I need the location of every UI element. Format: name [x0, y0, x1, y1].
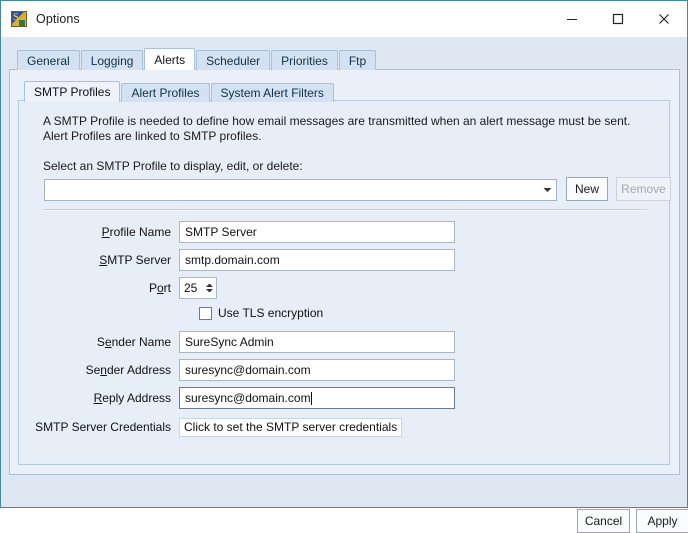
window-title: Options — [36, 12, 80, 26]
cancel-button[interactable]: Cancel — [577, 509, 630, 533]
sender-name-label-pre: S — [96, 335, 105, 349]
app-icon-glyph: S — [13, 12, 19, 23]
reply-address-label: Reply Address — [19, 391, 179, 405]
use-tls-checkbox[interactable] — [199, 306, 212, 320]
row-profile-name: Profile Name SMTP Server — [19, 221, 669, 243]
sender-address-label: Sender Address — [19, 363, 179, 377]
port-label-pre: P — [148, 281, 157, 295]
subtab-smtp-profiles[interactable]: SMTP Profiles — [24, 81, 121, 102]
minimize-button[interactable] — [549, 1, 595, 37]
smtp-server-input[interactable]: smtp.domain.com — [179, 249, 455, 271]
smtp-profiles-page: A SMTP Profile is needed to define how e… — [18, 100, 671, 465]
sender-name-label: Sender Name — [19, 335, 179, 349]
apply-button[interactable]: Apply — [636, 509, 688, 533]
sender-address-value: suresync@domain.com — [185, 363, 311, 377]
port-label-text: rt — [163, 281, 171, 295]
tab-alerts-label: Alerts — [154, 52, 186, 67]
smtp-server-value: smtp.domain.com — [185, 253, 280, 267]
smtp-server-label: SMTP Server — [19, 253, 179, 267]
close-button[interactable] — [641, 1, 687, 37]
tab-general[interactable]: General — [17, 50, 80, 70]
smtp-server-label-text: MTP Server — [107, 253, 171, 267]
tab-scheduler-label: Scheduler — [206, 53, 261, 68]
smtp-profile-combobox[interactable] — [44, 179, 557, 201]
tab-alerts[interactable]: Alerts — [144, 48, 196, 70]
profile-name-accel: P — [101, 225, 110, 239]
tab-priorities-label: Priorities — [281, 53, 328, 68]
profile-name-label: Profile Name — [19, 225, 179, 239]
sender-name-input[interactable]: SureSync Admin — [179, 331, 455, 353]
tab-ftp[interactable]: Ftp — [338, 50, 377, 70]
maximize-button[interactable] — [595, 1, 641, 37]
client-area: General Logging Alerts Scheduler Priorit… — [1, 37, 688, 533]
sender-address-accel: n — [100, 363, 107, 377]
subtab-alert-profiles-label: Alert Profiles — [131, 86, 200, 100]
sender-address-input[interactable]: suresync@domain.com — [179, 359, 455, 381]
text-caret — [310, 391, 312, 405]
main-tabstrip: General Logging Alerts Scheduler Priorit… — [17, 48, 377, 70]
new-profile-button[interactable]: New — [566, 177, 608, 201]
smtp-credentials-button[interactable]: Click to set the SMTP server credentials — [179, 417, 403, 437]
port-value: 25 — [184, 281, 198, 295]
profile-name-value: SMTP Server — [185, 225, 257, 239]
subtab-smtp-profiles-label: SMTP Profiles — [34, 85, 111, 99]
tab-logging-label: Logging — [90, 53, 134, 68]
row-credentials: SMTP Server Credentials Click to set the… — [19, 416, 669, 438]
credentials-label: SMTP Server Credentials — [35, 420, 171, 434]
title-bar: S Options — [1, 1, 687, 37]
tls-checkbox-row[interactable]: Use TLS encryption — [199, 306, 323, 320]
subtab-system-alert-filters-label: System Alert Filters — [220, 86, 324, 100]
subtab-alert-profiles[interactable]: Alert Profiles — [121, 83, 210, 102]
reply-address-value: suresync@domain.com — [185, 391, 311, 405]
app-icon-accent — [19, 20, 25, 26]
reply-address-label-text: eply Address — [102, 391, 171, 405]
options-window: S Options General Logging Alerts Schedul… — [0, 0, 688, 533]
chevron-down-icon — [539, 180, 556, 200]
window-controls — [549, 1, 687, 37]
smtp-server-accel: S — [99, 253, 108, 267]
row-sender-address: Sender Address suresync@domain.com — [19, 359, 669, 381]
tab-scheduler[interactable]: Scheduler — [196, 50, 271, 70]
port-accel: o — [156, 281, 164, 295]
app-icon: S — [11, 11, 27, 27]
sender-name-label-text: nder Name — [111, 335, 171, 349]
subtab-system-alert-filters[interactable]: System Alert Filters — [210, 83, 334, 102]
row-reply-address: Reply Address suresync@domain.com — [19, 387, 669, 409]
tab-ftp-label: Ftp — [348, 53, 367, 68]
port-stepper[interactable]: 25 — [179, 277, 217, 299]
tab-logging[interactable]: Logging — [80, 50, 144, 70]
smtp-description: A SMTP Profile is needed to define how e… — [43, 114, 631, 143]
smtp-credentials-value: Click to set the SMTP server credentials — [184, 420, 398, 434]
sender-address-label-pre: Se — [85, 363, 101, 377]
row-sender-name: Sender Name SureSync Admin — [19, 331, 669, 353]
row-port: Port 25 — [19, 277, 669, 299]
row-smtp-server: SMTP Server smtp.domain.com — [19, 249, 669, 271]
alerts-tab-page: SMTP Profiles Alert Profiles System Aler… — [9, 69, 680, 475]
section-divider — [44, 209, 647, 211]
close-icon — [659, 14, 669, 24]
profile-name-input[interactable]: SMTP Server — [179, 221, 455, 243]
port-stepper-buttons[interactable] — [203, 278, 216, 298]
select-profile-label: Select an SMTP Profile to display, edit,… — [43, 159, 303, 173]
stepper-down-icon[interactable] — [205, 288, 214, 293]
remove-profile-button: Remove — [616, 177, 671, 201]
sender-name-accel: e — [104, 335, 112, 349]
reply-address-input[interactable]: suresync@domain.com — [179, 387, 455, 409]
maximize-icon — [612, 13, 624, 25]
tab-priorities[interactable]: Priorities — [271, 50, 338, 70]
reply-address-accel: R — [93, 391, 103, 405]
sender-name-value: SureSync Admin — [185, 335, 274, 349]
tab-general-label: General — [27, 53, 70, 68]
use-tls-label: Use TLS encryption — [218, 306, 324, 320]
port-label: Port — [19, 281, 179, 295]
profile-name-label-text: rofile Name — [109, 225, 171, 239]
alerts-subtabstrip: SMTP Profiles Alert Profiles System Aler… — [24, 81, 335, 102]
sender-address-label-text: der Address — [106, 363, 171, 377]
minimize-icon — [567, 19, 577, 20]
